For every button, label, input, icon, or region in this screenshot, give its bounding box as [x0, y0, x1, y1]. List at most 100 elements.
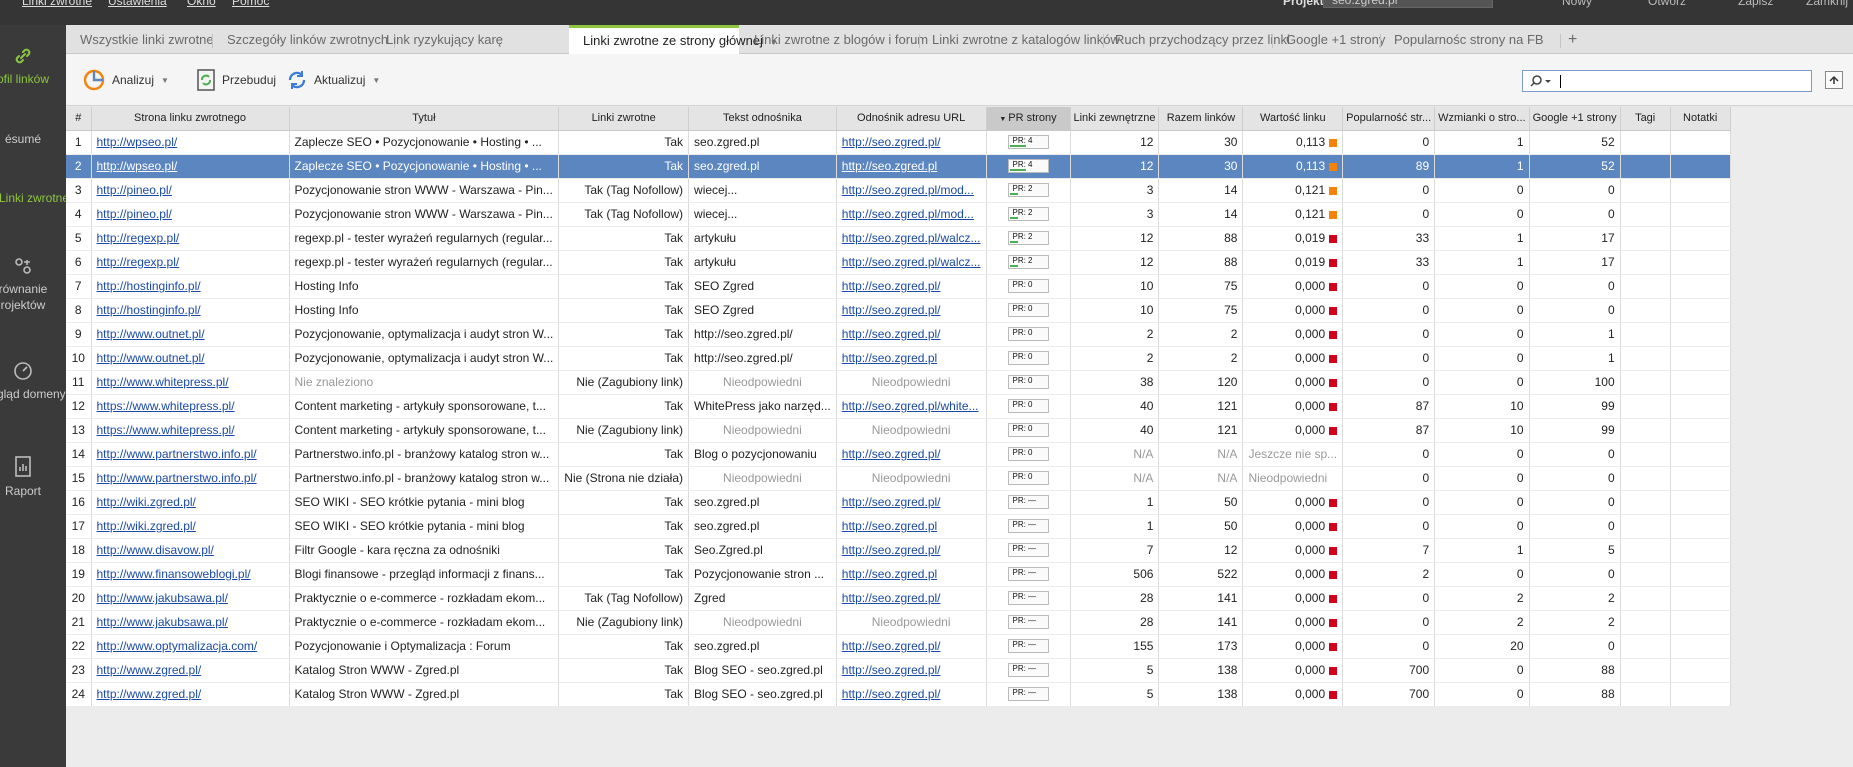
backlink-page-cell-link[interactable]: http://www.disavow.pl/ [97, 543, 214, 557]
column-header-col-mentions[interactable]: Wzmianki o stro... [1434, 107, 1530, 131]
sidebar-item-report[interactable]: Raport [0, 455, 66, 499]
menu-linki-zwrotne[interactable]: Linki zwrotne [22, 0, 92, 8]
tab-penalty-risk[interactable]: Link ryzykujący karę [372, 25, 517, 54]
target-url-cell[interactable]: http://seo.zgred.pl/ [836, 442, 987, 467]
backlink-page-cell-link[interactable]: http://wpseo.pl/ [97, 159, 178, 173]
target-url-cell-link[interactable]: http://seo.zgred.pl/ [842, 447, 941, 461]
backlink-page-cell[interactable]: http://regexp.pl/ [91, 250, 290, 275]
backlink-page-cell[interactable]: http://pineo.pl/ [91, 178, 290, 203]
target-url-cell[interactable]: http://seo.zgred.pl [836, 562, 987, 587]
tab-blog-forum-backlinks[interactable]: Linki zwrotne z blogów i forum [740, 25, 942, 54]
target-url-cell[interactable]: http://seo.zgred.pl/ [836, 322, 987, 347]
notes-cell[interactable] [1670, 466, 1731, 491]
notes-cell[interactable] [1670, 298, 1731, 323]
backlink-page-cell[interactable]: http://www.zgred.pl/ [91, 682, 290, 707]
search-icon[interactable] [1529, 74, 1553, 88]
backlink-page-cell[interactable]: http://hostinginfo.pl/ [91, 298, 290, 323]
backlink-page-cell[interactable]: http://www.partnerstwo.info.pl/ [91, 466, 290, 491]
project-selector[interactable]: seo.zgred.pl [1323, 0, 1493, 8]
sidebar-item-compare-projects[interactable]: równanie rojektów [0, 255, 66, 313]
tags-cell[interactable] [1620, 298, 1671, 323]
tab-fb-popularity[interactable]: Popularnośc strony na FB [1380, 25, 1558, 54]
notes-cell[interactable] [1670, 610, 1731, 635]
target-url-cell[interactable]: http://seo.zgred.pl/ [836, 298, 987, 323]
notes-cell[interactable] [1670, 130, 1731, 155]
target-url-cell[interactable]: http://seo.zgred.pl/ [836, 274, 987, 299]
backlink-page-cell[interactable]: http://wpseo.pl/ [91, 130, 290, 155]
backlink-page-cell-link[interactable]: http://www.optymalizacja.com/ [97, 639, 258, 653]
expand-button[interactable] [1825, 71, 1843, 89]
notes-cell[interactable] [1670, 658, 1731, 683]
target-url-cell-link[interactable]: http://seo.zgred.pl/mod... [842, 183, 974, 197]
backlink-page-cell-link[interactable]: http://hostinginfo.pl/ [97, 279, 201, 293]
target-url-cell[interactable]: http://seo.zgred.pl [836, 154, 987, 179]
target-url-cell[interactable]: http://seo.zgred.pl [836, 346, 987, 371]
backlink-page-cell[interactable]: http://pineo.pl/ [91, 202, 290, 227]
notes-cell[interactable] [1670, 586, 1731, 611]
notes-cell[interactable] [1670, 490, 1731, 515]
tags-cell[interactable] [1620, 250, 1671, 275]
chevron-down-icon[interactable]: ▼ [161, 76, 169, 85]
open-button[interactable]: Otwórz [1648, 0, 1686, 8]
backlink-page-cell[interactable]: http://www.outnet.pl/ [91, 346, 290, 371]
target-url-cell-link[interactable]: http://seo.zgred.pl/ [842, 639, 941, 653]
chevron-down-icon[interactable]: ▼ [372, 76, 380, 85]
target-url-cell[interactable]: http://seo.zgred.pl/ [836, 586, 987, 611]
tags-cell[interactable] [1620, 202, 1671, 227]
backlink-page-cell-link[interactable]: http://regexp.pl/ [97, 231, 180, 245]
add-tab-button[interactable]: + [1560, 25, 1585, 54]
target-url-cell-link[interactable]: http://seo.zgred.pl [842, 519, 937, 533]
backlink-page-cell[interactable]: https://www.whitepress.pl/ [91, 394, 290, 419]
tags-cell[interactable] [1620, 466, 1671, 491]
target-url-cell-link[interactable]: http://seo.zgred.pl/ [842, 495, 941, 509]
tags-cell[interactable] [1620, 322, 1671, 347]
sidebar-item-resume[interactable]: ésumé [0, 131, 66, 147]
target-url-cell[interactable]: http://seo.zgred.pl/ [836, 490, 987, 515]
target-url-cell-link[interactable]: http://seo.zgred.pl/ [842, 327, 941, 341]
column-header-col-title[interactable]: Tytuł [289, 107, 560, 131]
target-url-cell-link[interactable]: http://seo.zgred.pl/ [842, 303, 941, 317]
column-header-col-popularity[interactable]: Popularność str... [1342, 107, 1436, 131]
column-header-col-num[interactable]: # [66, 107, 92, 131]
notes-cell[interactable] [1670, 202, 1731, 227]
tags-cell[interactable] [1620, 490, 1671, 515]
target-url-cell-link[interactable]: http://seo.zgred.pl/ [842, 687, 941, 701]
table-row[interactable]: 20 http://www.jakubsawa.pl/Praktycznie o … [66, 586, 1731, 611]
backlink-page-cell-link[interactable]: https://www.whitepress.pl/ [97, 399, 235, 413]
tags-cell[interactable] [1620, 586, 1671, 611]
table-row[interactable]: 2 http://wpseo.pl/Zaplecze SEO • Pozycjon… [66, 154, 1731, 179]
tags-cell[interactable] [1620, 178, 1671, 203]
column-header-col-target-url[interactable]: Odnośnik adresu URL [836, 107, 987, 131]
backlink-page-cell[interactable]: http://wiki.zgred.pl/ [91, 514, 290, 539]
table-row[interactable]: 6 http://regexp.pl/regexp.pl - tester wyr… [66, 250, 1731, 275]
notes-cell[interactable] [1670, 178, 1731, 203]
backlink-page-cell[interactable]: http://wpseo.pl/ [91, 154, 290, 179]
backlink-page-cell[interactable]: http://regexp.pl/ [91, 226, 290, 251]
tags-cell[interactable] [1620, 418, 1671, 443]
menu-ustawienia[interactable]: Ustawienia [108, 0, 167, 8]
tags-cell[interactable] [1620, 394, 1671, 419]
table-row[interactable]: 19 http://www.finansoweblogi.pl/Blogi fin… [66, 562, 1731, 587]
backlink-page-cell-link[interactable]: http://pineo.pl/ [97, 207, 172, 221]
notes-cell[interactable] [1670, 514, 1731, 539]
column-header-col-google-plus[interactable]: Google +1 strony [1529, 107, 1621, 131]
table-row[interactable]: 4 http://pineo.pl/Pozycjonowanie stron WW… [66, 202, 1731, 227]
notes-cell[interactable] [1670, 394, 1731, 419]
table-row[interactable]: 3 http://pineo.pl/Pozycjonowanie stron WW… [66, 178, 1731, 203]
notes-cell[interactable] [1670, 442, 1731, 467]
update-button[interactable]: Aktualizuj ▼ [286, 65, 380, 95]
search-input[interactable] [1559, 73, 1799, 89]
column-header-col-notes[interactable]: Notatki [1670, 107, 1731, 131]
backlink-page-cell-link[interactable]: http://wiki.zgred.pl/ [97, 519, 196, 533]
target-url-cell[interactable]: http://seo.zgred.pl/ [836, 130, 987, 155]
table-row[interactable]: 17 http://wiki.zgred.pl/SEO WIKI - SEO kr… [66, 514, 1731, 539]
backlink-page-cell-link[interactable]: https://www.whitepress.pl/ [97, 423, 235, 437]
sidebar-item-domain-overview[interactable]: rzegląd domeny [0, 360, 66, 402]
table-row[interactable]: 24 http://www.zgred.pl/Katalog Stron WWW … [66, 682, 1731, 707]
backlink-page-cell-link[interactable]: http://www.partnerstwo.info.pl/ [97, 447, 257, 461]
table-row[interactable]: 13 https://www.whitepress.pl/Content mark… [66, 418, 1731, 443]
tags-cell[interactable] [1620, 226, 1671, 251]
backlink-page-cell[interactable]: http://www.zgred.pl/ [91, 658, 290, 683]
tags-cell[interactable] [1620, 610, 1671, 635]
backlink-page-cell-link[interactable]: http://www.outnet.pl/ [97, 351, 205, 365]
